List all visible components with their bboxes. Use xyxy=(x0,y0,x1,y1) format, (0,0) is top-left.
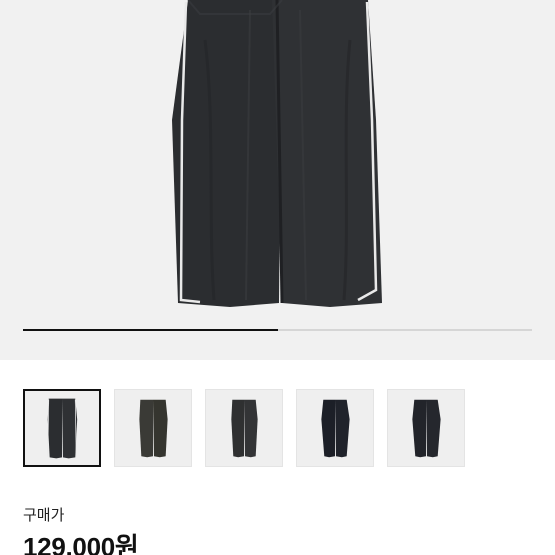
thumbnail-3[interactable] xyxy=(205,389,283,467)
thumbnail-2[interactable] xyxy=(114,389,192,467)
price-label: 구매가 xyxy=(23,507,65,524)
pants-right-leg xyxy=(272,0,382,307)
thumbnail-4[interactable] xyxy=(296,389,374,467)
product-image-viewer[interactable] xyxy=(0,0,555,360)
pants-thumbnail-icon xyxy=(321,399,350,458)
product-detail-page: 구매가 129,000원 xyxy=(0,0,555,555)
gallery-progress-fill xyxy=(23,329,278,331)
pants-thumbnail-icon xyxy=(139,399,168,458)
thumbnail-5[interactable] xyxy=(387,389,465,467)
pants-thumbnail-icon xyxy=(47,398,78,459)
price-value: 129,000원 xyxy=(23,532,139,555)
gallery-progress-bar xyxy=(23,329,532,331)
pants-image xyxy=(172,0,382,307)
thumbnail-strip xyxy=(23,389,543,469)
thumbnail-1[interactable] xyxy=(23,389,101,467)
pants-left-leg xyxy=(172,0,282,307)
pants-thumbnail-icon xyxy=(412,399,441,458)
pants-thumbnail-icon xyxy=(231,399,258,458)
